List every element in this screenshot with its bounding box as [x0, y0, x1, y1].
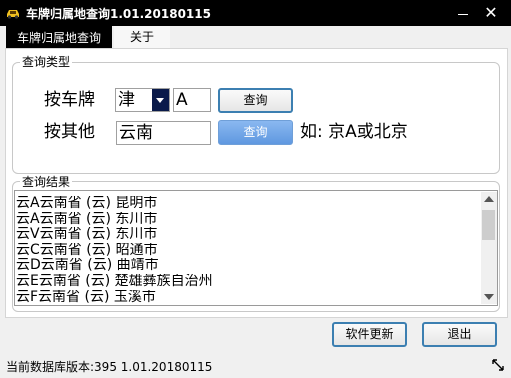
- close-button[interactable]: ✕: [478, 4, 504, 22]
- plate-letter-input[interactable]: A: [173, 88, 211, 112]
- list-item[interactable]: 云V云南省 (云) 东川市: [16, 227, 480, 243]
- car-icon: [7, 10, 19, 19]
- title-bar[interactable]: 车牌归属地查询1.01.20180115 ✕: [0, 0, 511, 26]
- result-list: 云A云南省 (云) 昆明市 云A云南省 (云) 东川市 云V云南省 (云) 东川…: [16, 196, 480, 305]
- list-item[interactable]: 云C云南省 (云) 昭通市: [16, 243, 480, 259]
- result-listbox[interactable]: 云A云南省 (云) 昆明市 云A云南省 (云) 东川市 云V云南省 (云) 东川…: [14, 190, 498, 306]
- list-item[interactable]: 云A云南省 (云) 东川市: [16, 212, 480, 228]
- minimize-button[interactable]: [450, 4, 476, 22]
- list-item[interactable]: 云D云南省 (云) 曲靖市: [16, 258, 480, 274]
- chevron-down-icon[interactable]: [152, 89, 169, 111]
- example-hint: 如: 京A或北京: [300, 122, 408, 142]
- exit-button[interactable]: 退出: [422, 322, 497, 347]
- by-other-label: 按其他: [44, 122, 95, 142]
- list-item[interactable]: 云A云南省 (云) 昆明市: [16, 196, 480, 212]
- software-update-button[interactable]: 软件更新: [332, 322, 407, 347]
- by-plate-label: 按车牌: [44, 90, 95, 110]
- resize-grip-icon[interactable]: [491, 358, 505, 372]
- scroll-down-icon[interactable]: [484, 294, 494, 300]
- status-bar-text: 当前数据库版本:395 1.01.20180115: [6, 360, 213, 374]
- list-item[interactable]: 云F云南省 (云) 玉溪市: [16, 290, 480, 305]
- tab-plate-query[interactable]: 车牌归属地查询: [6, 26, 112, 48]
- query-type-group: [12, 62, 500, 174]
- scroll-up-icon[interactable]: [484, 196, 494, 202]
- list-item[interactable]: 云E云南省 (云) 楚雄彝族自治州: [16, 274, 480, 290]
- scroll-thumb[interactable]: [482, 210, 495, 240]
- query-type-legend: 查询类型: [20, 55, 73, 69]
- query-result-legend: 查询结果: [20, 175, 73, 189]
- window-title: 车牌归属地查询1.01.20180115: [26, 7, 211, 21]
- query-by-plate-button[interactable]: 查询: [218, 88, 293, 113]
- tab-about[interactable]: 关于: [114, 26, 170, 48]
- query-by-other-button[interactable]: 查询: [218, 120, 293, 145]
- vertical-scrollbar[interactable]: [481, 192, 497, 304]
- other-query-input[interactable]: 云南: [116, 121, 211, 145]
